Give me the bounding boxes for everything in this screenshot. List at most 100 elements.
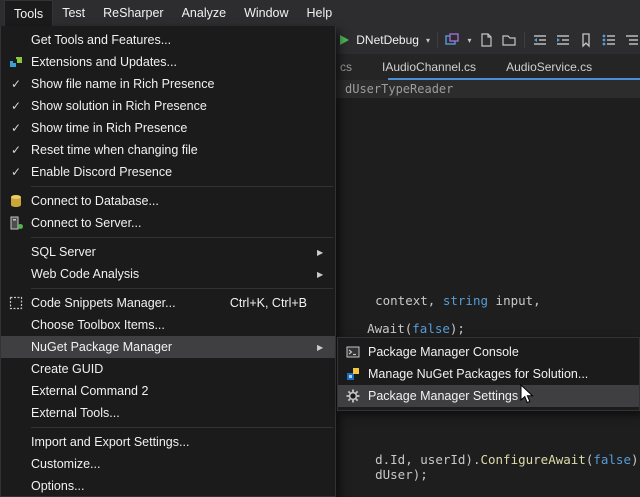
menu-item-label: External Tools... <box>31 406 120 420</box>
indent-increase-icon[interactable] <box>555 31 571 49</box>
menu-item-options[interactable]: Options... <box>1 475 335 497</box>
menu-item-label: Import and Export Settings... <box>31 435 189 449</box>
menu-item-import-export-settings[interactable]: Import and Export Settings... <box>1 431 335 453</box>
menu-item-external-command-2[interactable]: External Command 2 <box>1 380 335 402</box>
menu-item-label: Choose Toolbox Items... <box>31 318 165 332</box>
menu-item-label: NuGet Package Manager <box>31 340 172 354</box>
menu-item-web-code-analysis[interactable]: Web Code Analysis ▶ <box>1 263 335 285</box>
menu-item-create-guid[interactable]: Create GUID <box>1 358 335 380</box>
menu-item-label: Manage NuGet Packages for Solution... <box>368 367 588 381</box>
new-query-icon[interactable] <box>478 31 494 49</box>
gear-icon <box>338 388 368 404</box>
menu-item-label: Show file name in Rich Presence <box>31 77 214 91</box>
menu-item-nuget-package-manager[interactable]: NuGet Package Manager ▶ <box>1 336 335 358</box>
submenu-arrow-icon: ▶ <box>317 270 335 279</box>
menu-item-extensions-and-updates[interactable]: Extensions and Updates... <box>1 51 335 73</box>
checkmark-icon: ✓ <box>1 78 31 90</box>
menu-item-label: Show time in Rich Presence <box>31 121 187 135</box>
menu-item-package-manager-settings[interactable]: Package Manager Settings <box>338 385 639 407</box>
menu-separator <box>31 288 333 289</box>
menu-item-label: Show solution in Rich Presence <box>31 99 207 113</box>
snippets-icon <box>1 295 31 311</box>
attach-window-icon[interactable] <box>444 31 460 49</box>
indent-decrease-icon[interactable] <box>532 31 548 49</box>
menu-item-label: External Command 2 <box>31 384 148 398</box>
menu-item-label: Create GUID <box>31 362 103 376</box>
menu-item-label: Enable Discord Presence <box>31 165 172 179</box>
menu-item-connect-to-server[interactable]: Connect to Server... <box>1 212 335 234</box>
menu-item-label: Customize... <box>31 457 100 471</box>
menu-separator <box>31 186 333 187</box>
code-token: ); <box>631 452 640 467</box>
menu-item-choose-toolbox-items[interactable]: Choose Toolbox Items... <box>1 314 335 336</box>
code-token: ); <box>450 321 465 336</box>
menu-item-customize[interactable]: Customize... <box>1 453 335 475</box>
chevron-down-icon[interactable]: ▾ <box>426 36 430 45</box>
database-icon <box>1 193 31 209</box>
chevron-down-icon[interactable]: ▾ <box>467 36 471 45</box>
code-token: input, <box>488 293 541 308</box>
menu-item-label: Extensions and Updates... <box>31 55 177 69</box>
code-token: ConfigureAwait <box>480 452 585 467</box>
server-icon <box>1 215 31 231</box>
task-list-icon[interactable] <box>601 31 617 49</box>
menubar-item-analyze[interactable]: Analyze <box>173 0 235 26</box>
tab-audioservice[interactable]: AudioService.cs <box>506 60 592 74</box>
tools-menu: Get Tools and Features... Extensions and… <box>0 26 336 497</box>
menu-item-label: SQL Server <box>31 245 96 259</box>
menu-item-show-time-rich-presence[interactable]: ✓ Show time in Rich Presence <box>1 117 335 139</box>
code-token: false <box>412 321 450 336</box>
checkmark-icon: ✓ <box>1 166 31 178</box>
extensions-icon <box>1 54 31 70</box>
outline-icon[interactable] <box>624 31 640 49</box>
menubar-item-tools[interactable]: Tools <box>4 0 53 26</box>
submenu-arrow-icon: ▶ <box>317 343 335 352</box>
menu-item-label: Web Code Analysis <box>31 267 139 281</box>
tab-iaudiochannel[interactable]: IAudioChannel.cs <box>382 60 476 74</box>
menu-item-manage-nuget-packages-solution[interactable]: Manage NuGet Packages for Solution... <box>338 363 639 385</box>
menu-item-label: Connect to Database... <box>31 194 159 208</box>
console-icon <box>338 344 368 360</box>
menu-item-sql-server[interactable]: SQL Server ▶ <box>1 241 335 263</box>
menu-item-label: Reset time when changing file <box>31 143 198 157</box>
menubar-item-resharper[interactable]: ReSharper <box>94 0 172 26</box>
menubar-item-window[interactable]: Window <box>235 0 297 26</box>
menu-item-package-manager-console[interactable]: Package Manager Console <box>338 341 639 363</box>
menu-item-label: Package Manager Console <box>368 345 519 359</box>
checkmark-icon: ✓ <box>1 100 31 112</box>
toolbar-separator <box>524 32 525 48</box>
menu-item-reset-time-when-changing-file[interactable]: ✓ Reset time when changing file <box>1 139 335 161</box>
toolbar-separator <box>437 32 438 48</box>
nuget-submenu: Package Manager Console Manage NuGet Pac… <box>337 337 640 411</box>
menu-item-connect-to-database[interactable]: Connect to Database... <box>1 190 335 212</box>
code-token: Await( <box>367 321 412 336</box>
menu-item-label: Package Manager Settings <box>368 389 518 403</box>
code-token: false <box>593 452 631 467</box>
menu-item-label: Options... <box>31 479 85 493</box>
menu-item-label: Get Tools and Features... <box>31 33 171 47</box>
menu-item-label: Code Snippets Manager... <box>31 296 176 310</box>
bookmark-icon[interactable] <box>578 31 594 49</box>
menubar-item-test[interactable]: Test <box>53 0 94 26</box>
navigation-text: dUserTypeReader <box>345 82 453 96</box>
menu-item-code-snippets-manager[interactable]: Code Snippets Manager... Ctrl+K, Ctrl+B <box>1 292 335 314</box>
debug-target-label[interactable]: DNetDebug <box>356 33 419 47</box>
submenu-arrow-icon: ▶ <box>317 248 335 257</box>
menu-item-external-tools[interactable]: External Tools... <box>1 402 335 424</box>
start-debug-icon[interactable] <box>340 31 349 49</box>
tab-partial[interactable]: cs <box>340 60 352 74</box>
menu-separator <box>31 237 333 238</box>
menu-item-enable-discord-presence[interactable]: ✓ Enable Discord Presence <box>1 161 335 183</box>
menu-item-shortcut: Ctrl+K, Ctrl+B <box>230 296 335 310</box>
menu-separator <box>31 427 333 428</box>
menu-item-show-solution-rich-presence[interactable]: ✓ Show solution in Rich Presence <box>1 95 335 117</box>
open-file-icon[interactable] <box>501 31 517 49</box>
menu-item-show-file-name-rich-presence[interactable]: ✓ Show file name in Rich Presence <box>1 73 335 95</box>
checkmark-icon: ✓ <box>1 122 31 134</box>
menubar-item-help[interactable]: Help <box>298 0 342 26</box>
code-token: dUser); <box>375 467 428 482</box>
code-line: se); <box>345 482 405 497</box>
checkmark-icon: ✓ <box>1 144 31 156</box>
menu-item-label: Connect to Server... <box>31 216 141 230</box>
menu-item-get-tools-and-features[interactable]: Get Tools and Features... <box>1 29 335 51</box>
